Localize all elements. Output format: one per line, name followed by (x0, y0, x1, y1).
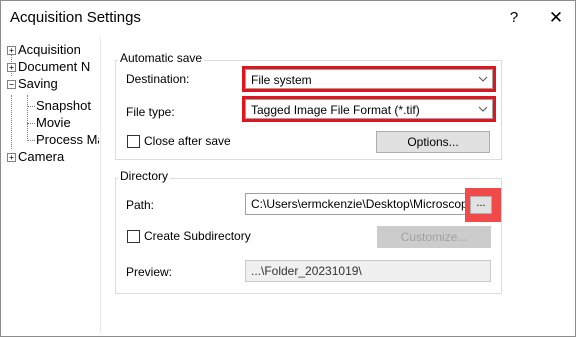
pane-divider (100, 37, 101, 333)
path-input[interactable]: C:\Users\ermckenzie\Desktop\Microscope (245, 193, 471, 215)
destination-value: File system (251, 73, 312, 87)
create-subdirectory-label[interactable]: Create Subdirectory (144, 229, 251, 243)
tree-line (27, 123, 35, 124)
chevron-down-icon (478, 76, 488, 82)
file-type-label: File type: (126, 105, 175, 119)
expand-icon[interactable]: + (7, 46, 16, 55)
tree-item-label: Acquisition (18, 42, 81, 57)
close-after-save-checkbox[interactable] (127, 135, 140, 148)
tree-item-process-manager[interactable]: Process Ma (36, 132, 99, 148)
tree-line (27, 106, 35, 107)
browse-button[interactable]: ... (470, 196, 492, 214)
preview-field: ...\Folder_20231019\ (245, 260, 491, 282)
create-subdirectory-checkbox[interactable] (127, 230, 140, 243)
destination-label: Destination: (126, 72, 190, 86)
help-button[interactable]: ? (499, 6, 529, 30)
window-title: Acquisition Settings (10, 9, 141, 26)
tree-item-label: Document N (18, 59, 91, 74)
customize-button[interactable]: Customize... (377, 226, 491, 248)
destination-dropdown[interactable]: File system (245, 69, 493, 89)
chevron-down-icon (478, 106, 488, 112)
file-type-dropdown[interactable]: Tagged Image File Format (*.tif) (245, 99, 493, 119)
path-label: Path: (126, 198, 155, 212)
close-after-save-label[interactable]: Close after save (144, 134, 231, 148)
tree-item-snapshot[interactable]: Snapshot (36, 98, 91, 114)
settings-tree: + Acquisition + Document N − Saving Snap… (7, 41, 99, 331)
acquisition-settings-dialog: Acquisition Settings ? ✕ + Acquisition +… (0, 0, 576, 337)
preview-label: Preview: (126, 265, 173, 279)
preview-value: ...\Folder_20231019\ (251, 264, 362, 278)
tree-item-movie[interactable]: Movie (36, 115, 71, 131)
file-type-value: Tagged Image File Format (*.tif) (251, 103, 420, 117)
collapse-icon[interactable]: − (7, 80, 16, 89)
tree-item-label: Process Ma (36, 132, 99, 147)
expand-icon[interactable]: + (7, 153, 16, 162)
expand-icon[interactable]: + (7, 63, 16, 72)
automatic-save-title: Automatic save (118, 51, 205, 65)
directory-title: Directory (118, 169, 171, 183)
path-value: C:\Users\ermckenzie\Desktop\Microscope (251, 197, 471, 211)
close-button[interactable]: ✕ (541, 6, 571, 30)
tree-line (27, 140, 35, 141)
tree-item-label: Camera (18, 149, 65, 164)
tree-item-label: Movie (36, 115, 71, 130)
title-bar: Acquisition Settings ? ✕ (1, 1, 575, 35)
options-button[interactable]: Options... (376, 131, 490, 153)
tree-line (27, 95, 28, 141)
tree-item-label: Snapshot (36, 98, 91, 113)
tree-item-label: Saving (18, 76, 58, 91)
tree-line (11, 95, 12, 149)
